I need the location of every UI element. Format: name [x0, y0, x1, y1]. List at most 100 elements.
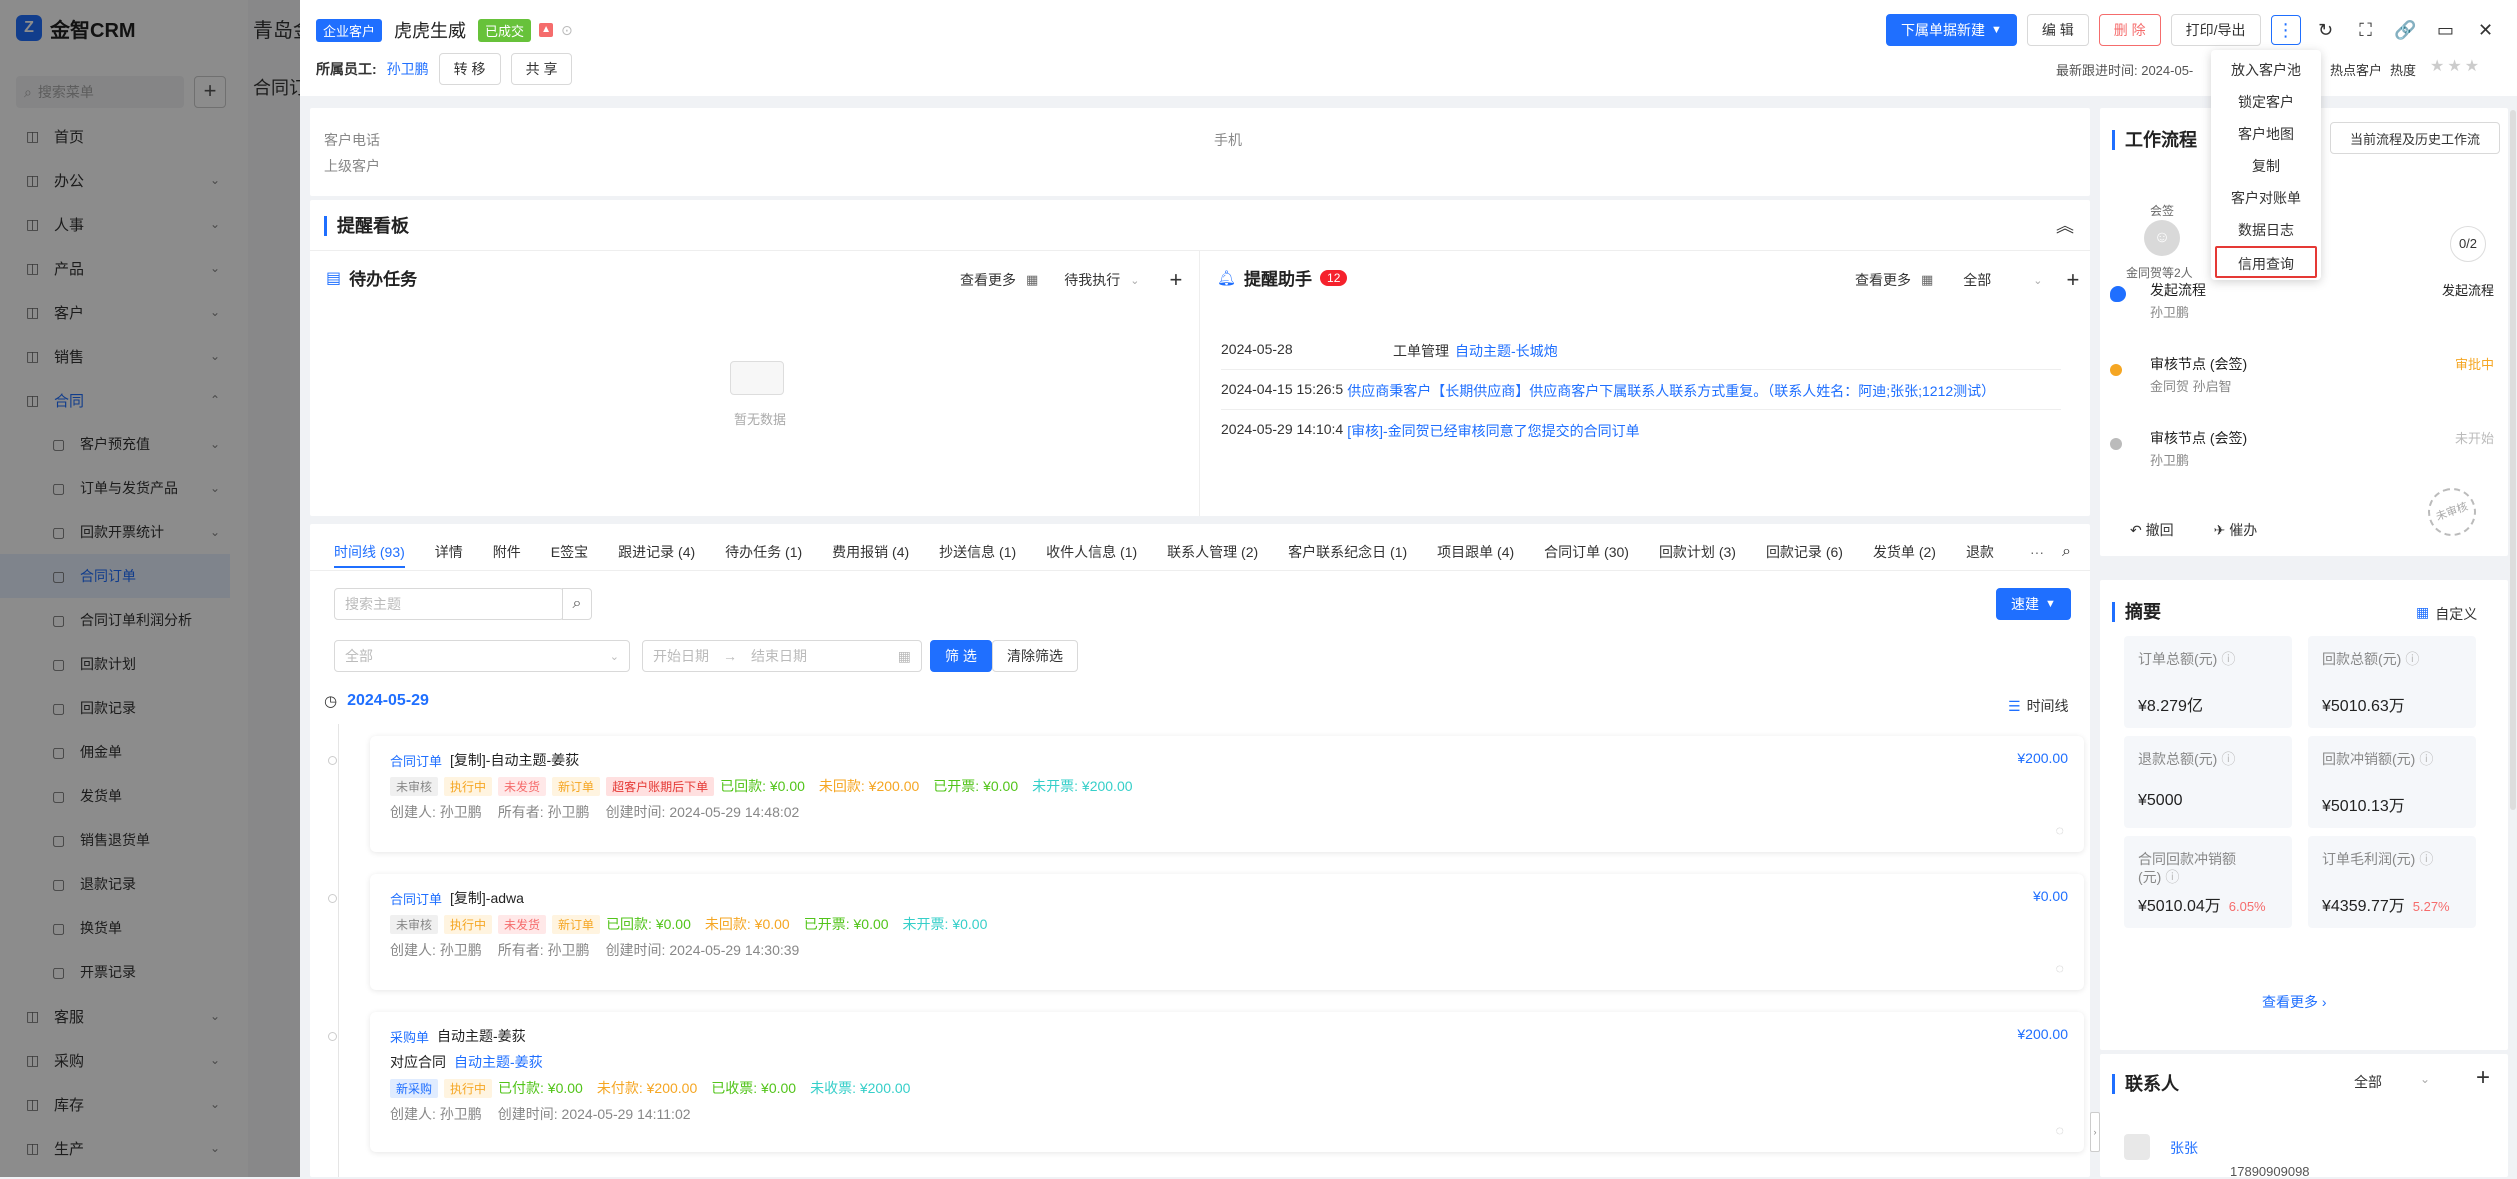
timeline-dot	[328, 756, 337, 765]
step-name: 发起流程	[2150, 282, 2206, 298]
heat-stars[interactable]: ★★★	[2430, 56, 2482, 76]
info-icon: ⓘ	[2221, 751, 2236, 767]
detail-tab[interactable]: 回款记录 (6)	[1766, 536, 1843, 568]
timeline-card[interactable]: 合同订单 [复制]-自动主题-姜荻 ¥200.00 未审核 执行中 未发货 新订单 超客户账期…	[328, 736, 2084, 852]
refresh-icon[interactable]: ↻	[2311, 15, 2341, 45]
dropdown-item[interactable]: 锁定客户	[2211, 86, 2321, 118]
new-sub-document-button[interactable]: 下属单据新建 ▼	[1886, 14, 2017, 46]
timeline-card[interactable]: 合同订单 [复制]-adwa ¥0.00 未审核 执行中 未发货 新订单 已回款: ¥0.00…	[328, 874, 2084, 990]
record-type-link[interactable]: 采购单	[390, 1027, 429, 1046]
detail-tab[interactable]: 回款计划 (3)	[1659, 536, 1736, 568]
detail-tab[interactable]: 联系人管理 (2)	[1167, 536, 1258, 568]
record-type-link[interactable]: 合同订单	[390, 889, 442, 908]
dropdown-item[interactable]: 放入客户池	[2211, 54, 2321, 86]
dropdown-item[interactable]: 信用查询	[2215, 246, 2317, 278]
link-icon[interactable]: 🔗	[2391, 15, 2421, 45]
record-meta: 所有者: 孙卫鹏	[497, 942, 590, 958]
record-type-link[interactable]: 合同订单	[390, 751, 442, 770]
assistant-filter-select[interactable]: 全部	[1963, 270, 2023, 290]
workflow-history-button[interactable]: 当前流程及历史工作流	[2330, 122, 2500, 154]
comment-icon[interactable]: ◌	[2056, 822, 2064, 838]
detail-tab[interactable]: 待办任务 (1)	[725, 536, 802, 568]
tasks-view-more-link[interactable]: 查看更多	[960, 270, 1016, 290]
comment-icon[interactable]: ◌	[2056, 1122, 2064, 1138]
detail-tab[interactable]: 附件	[493, 536, 521, 568]
task-icon: ▤	[326, 269, 342, 287]
tab-search-icon[interactable]: ⌕	[2062, 536, 2071, 568]
assistant-item-link[interactable]: 自动主题-长城炮	[1455, 341, 1558, 361]
amount-stat: 未开票: ¥0.00	[902, 916, 988, 932]
type-select-value: 全部	[345, 648, 373, 664]
detail-tab[interactable]: 详情	[435, 536, 463, 568]
assistant-item-link[interactable]: 供应商秉客户【长期供应商】供应商客户下属联系人联系方式重复。（联系人姓名：阿迪;…	[1347, 381, 1995, 401]
timeline-card[interactable]: 采购单 自动主题-姜荻 ¥200.00 对应合同 自动主题-姜荻 新采购 执行中 已付款: ¥…	[328, 1012, 2084, 1152]
detail-tab[interactable]: 抄送信息 (1)	[939, 536, 1016, 568]
detail-tab[interactable]: 项目跟单 (4)	[1437, 536, 1514, 568]
dropdown-item[interactable]: 客户地图	[2211, 118, 2321, 150]
close-icon[interactable]: ✕	[2471, 15, 2501, 45]
edit-button[interactable]: 编 辑	[2026, 14, 2089, 46]
detail-tab[interactable]: E签宝	[551, 536, 588, 568]
detail-tab[interactable]: 合同订单 (30)	[1544, 536, 1629, 568]
tasks-filter-select[interactable]: 待我执行	[1064, 270, 1120, 290]
minimize-icon[interactable]: ▭	[2431, 15, 2461, 45]
modal-mask[interactable]	[0, 0, 300, 1177]
comment-icon[interactable]: ◌	[2056, 960, 2064, 976]
detail-tab[interactable]: 跟进记录 (4)	[618, 536, 695, 568]
status-tag: 未审核	[390, 776, 439, 796]
fullscreen-icon[interactable]: ⛶	[2351, 15, 2381, 45]
summary-title: 摘要	[2112, 602, 2161, 622]
summary-view-more-link[interactable]: 查看更多 ›	[2262, 992, 2327, 1012]
delete-button[interactable]: 删 除	[2098, 14, 2161, 46]
dropdown-item[interactable]: 数据日志	[2211, 214, 2321, 246]
add-task-icon[interactable]: +	[1170, 267, 1183, 293]
date-range-picker[interactable]: 开始日期 → 结束日期 ▦	[642, 640, 922, 672]
related-contract-label: 对应合同	[390, 1054, 446, 1070]
detail-tab[interactable]: 发货单 (2)	[1873, 536, 1936, 568]
search-button-icon[interactable]: ⌕	[562, 588, 592, 620]
dropdown-item[interactable]: 复制	[2211, 150, 2321, 182]
share-button[interactable]: 共 享	[510, 53, 573, 85]
dropdown-item[interactable]: 客户对账单	[2211, 182, 2321, 214]
detail-tab[interactable]: 客户联系纪念日 (1)	[1288, 536, 1407, 568]
add-reminder-icon[interactable]: +	[2067, 267, 2080, 293]
contact-name-link[interactable]: 张张	[2170, 1138, 2198, 1158]
assistant-item[interactable]: 2024-05-28 工单管理 自动主题-长城炮	[1221, 341, 1558, 361]
detail-tab[interactable]: 时间线 (93)	[334, 536, 405, 568]
transfer-button[interactable]: 转 移	[438, 53, 501, 85]
status-tag: 未发货	[498, 776, 547, 796]
customize-link[interactable]: 自定义	[2435, 604, 2477, 624]
related-contract-link[interactable]: 自动主题-姜荻	[454, 1052, 543, 1072]
owner-name-link[interactable]: 孙卫鹏	[387, 59, 429, 79]
contacts-filter-select[interactable]: 全部	[2354, 1072, 2382, 1092]
assistant-view-more-link[interactable]: 查看更多	[1855, 270, 1911, 290]
new-sub-document-label: 下属单据新建	[1901, 22, 1985, 38]
record-meta: 创建人: 孙卫鹏	[390, 804, 482, 820]
detail-tab[interactable]: 收件人信息 (1)	[1046, 536, 1137, 568]
quick-create-button[interactable]: 速建 ▼	[1996, 588, 2071, 620]
detail-tab[interactable]: 费用报销 (4)	[832, 536, 909, 568]
detail-tab[interactable]: 退款	[1966, 536, 1994, 568]
scrollbar[interactable]	[2510, 110, 2516, 810]
print-export-button[interactable]: 打印/导出	[2170, 14, 2261, 46]
summary-stat-value-text: ¥5010.04万	[2138, 898, 2221, 915]
urge-button[interactable]: ✈ 催办	[2214, 520, 2258, 540]
sign-label: 会签	[2150, 204, 2175, 218]
undo-button[interactable]: ↶ 撤回	[2130, 520, 2174, 540]
timeline-view-toggle[interactable]: 时间线	[2027, 696, 2069, 716]
assistant-item[interactable]: 2024-04-15 15:26:5 供应商秉客户【长期供应商】供应商客户下属联系…	[1221, 381, 1995, 401]
filter-button[interactable]: 筛 选	[930, 640, 992, 672]
assistant-item[interactable]: 2024-05-29 14:10:4 [审核]-金同贺已经审核同意了您提交的合同订…	[1221, 421, 1640, 441]
type-select[interactable]: 全部 ⌄	[334, 640, 630, 672]
more-tabs-icon[interactable]: ···	[2030, 536, 2044, 568]
record-title: [复制]-自动主题-姜荻	[450, 752, 580, 768]
collapse-icon[interactable]: ︽	[2056, 212, 2074, 238]
status-tag: 执行中	[444, 914, 493, 934]
star-circle-icon[interactable]: ⊙	[561, 22, 573, 39]
topic-search-input[interactable]: 搜索主题	[334, 588, 564, 620]
assistant-item-link[interactable]: [审核]-金同贺已经审核同意了您提交的合同订单	[1347, 421, 1639, 441]
add-contact-icon[interactable]: +	[2476, 1064, 2490, 1092]
more-actions-icon[interactable]: ⋮	[2270, 15, 2301, 45]
expand-panel-handle[interactable]: ›	[2090, 1112, 2100, 1152]
clear-filter-button[interactable]: 清除筛选	[992, 640, 1078, 672]
